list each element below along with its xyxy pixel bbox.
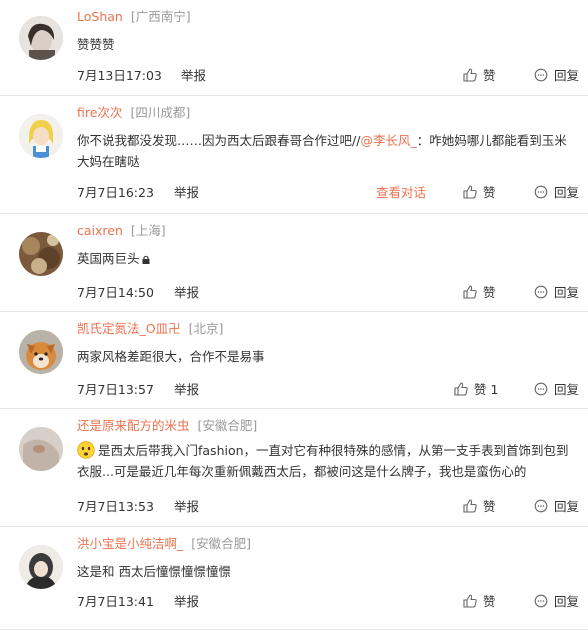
comment-text-part: 英国两巨头 [77, 251, 140, 266]
comment-header: fire次次 [四川成都] [77, 104, 578, 122]
report-link[interactable]: 举报 [174, 498, 199, 516]
comment-header: caixren [上海] [77, 222, 578, 240]
comment-bubble-icon [534, 68, 548, 82]
comment-item: 凯氏定氮法_O皿卍 [北京] 两家风格差距很大，合作不是易事 7月7日13:57 … [0, 312, 588, 409]
comment-bubble-icon [534, 285, 548, 299]
username[interactable]: 洪小宝是小纯洁啊_ [77, 536, 183, 551]
like-button[interactable]: 赞 [463, 284, 496, 302]
reply-label: 回复 [554, 382, 580, 397]
comment-item: 还是原来配方的米虫 [安徽合肥] 是西太后带我入门fashion，一直对它有种很特… [0, 409, 588, 527]
comment-item: LoShan [广西南宁] 赞赞赞 7月13日17:03 举报 赞 回复 [0, 0, 588, 96]
comment-text: 是西太后带我入门fashion，一直对它有种很特殊的感情，从第一支手表到首饰到包… [77, 440, 578, 482]
comment-bubble-icon [534, 382, 548, 396]
comment-item: fire次次 [四川成都] 你不说我都没发现……因为西太后跟春哥合作过吧//@李长… [0, 96, 588, 214]
report-link[interactable]: 举报 [174, 381, 199, 399]
comment-text-part: 你不说我都没发现……因为西太后跟春哥合作过吧// [77, 133, 361, 148]
reply-label: 回复 [554, 68, 580, 83]
comment-bubble-icon [534, 499, 548, 513]
comment-text: 两家风格差距很大，合作不是易事 [77, 349, 265, 364]
avatar[interactable] [19, 330, 63, 374]
username[interactable]: caixren [77, 223, 123, 238]
report-link[interactable]: 举报 [174, 284, 199, 302]
report-link[interactable]: 举报 [174, 184, 199, 202]
location: [上海] [130, 223, 166, 238]
comment-text-part: 是西太后带我入门fashion，一直对它有种很特殊的感情，从第一支手表到首饰到包… [77, 443, 569, 479]
location: [四川成都] [130, 105, 191, 120]
comment-bubble-icon [534, 185, 548, 199]
like-label: 赞 [483, 499, 496, 514]
comment-item: caixren [上海] 英国两巨头 7月7日14:50 举报 赞 回复 [0, 214, 588, 312]
thumbs-up-icon [463, 68, 477, 82]
avatar[interactable] [19, 427, 63, 471]
worried-face-emoji-icon [77, 441, 95, 459]
username[interactable]: LoShan [77, 9, 123, 24]
thumbs-up-icon [463, 499, 477, 513]
location: [广西南宁] [130, 9, 191, 24]
reply-button[interactable]: 回复 [534, 498, 579, 516]
reply-button[interactable]: 回复 [534, 284, 579, 302]
reply-label: 回复 [554, 285, 580, 300]
username[interactable]: 凯氏定氮法_O皿卍 [77, 321, 181, 336]
like-button[interactable]: 赞 [463, 498, 496, 516]
like-label: 赞 [483, 185, 496, 200]
reply-button[interactable]: 回复 [534, 184, 579, 202]
report-link[interactable]: 举报 [181, 67, 206, 85]
username[interactable]: 还是原来配方的米虫 [77, 418, 190, 433]
like-label: 赞 [483, 285, 496, 300]
reply-button[interactable]: 回复 [534, 381, 579, 399]
view-conversation-link[interactable]: 查看对话 [376, 184, 426, 202]
location: [安徽合肥] [191, 536, 252, 551]
comment-header: 凯氏定氮法_O皿卍 [北京] [77, 320, 578, 338]
comment-text: 英国两巨头 [77, 248, 578, 269]
report-link[interactable]: 举报 [174, 593, 199, 611]
thumbs-up-icon [463, 594, 477, 608]
like-label: 赞 [483, 68, 496, 83]
reply-label: 回复 [554, 499, 580, 514]
reply-label: 回复 [554, 594, 580, 609]
like-button[interactable]: 赞 1 [454, 381, 498, 399]
reply-button[interactable]: 回复 [534, 593, 579, 611]
avatar[interactable] [19, 232, 63, 276]
comment-text: 这是和 西太后憧憬憧憬憧憬 [77, 564, 231, 579]
avatar[interactable] [19, 114, 63, 158]
comment-bubble-icon [534, 594, 548, 608]
thumbs-up-icon [454, 382, 468, 396]
mention-link[interactable]: @李长风_ [360, 133, 416, 148]
comment-item: 洪小宝是小纯洁啊_ [安徽合肥] 这是和 西太后憧憬憧憬憧憬 7月7日13:41 … [0, 527, 588, 630]
comment-header: LoShan [广西南宁] [77, 8, 578, 26]
thumbs-up-icon [463, 185, 477, 199]
comment-header: 还是原来配方的米虫 [安徽合肥] [77, 417, 578, 435]
reply-label: 回复 [554, 185, 580, 200]
location: [安徽合肥] [197, 418, 258, 433]
comment-text: 赞赞赞 [77, 37, 115, 52]
timestamp: 7月7日13:41 [77, 594, 154, 609]
comment-list: LoShan [广西南宁] 赞赞赞 7月13日17:03 举报 赞 回复 fire… [0, 0, 588, 630]
reply-button[interactable]: 回复 [534, 67, 579, 85]
comment-header: 洪小宝是小纯洁啊_ [安徽合肥] [77, 535, 578, 553]
like-button[interactable]: 赞 [463, 67, 496, 85]
comment-text: 你不说我都没发现……因为西太后跟春哥合作过吧//@李长风_：咋她妈哪儿都能看到玉… [77, 130, 578, 172]
username[interactable]: fire次次 [77, 105, 122, 120]
like-label: 赞 [474, 382, 487, 397]
timestamp: 7月7日16:23 [77, 185, 154, 200]
location: [北京] [188, 321, 224, 336]
lock-icon [142, 255, 150, 264]
like-label: 赞 [483, 594, 496, 609]
like-button[interactable]: 赞 [463, 184, 496, 202]
like-count: 1 [490, 382, 499, 397]
like-button[interactable]: 赞 [463, 593, 496, 611]
timestamp: 7月7日14:50 [77, 285, 154, 300]
timestamp: 7月13日17:03 [77, 68, 162, 83]
timestamp: 7月7日13:57 [77, 382, 154, 397]
thumbs-up-icon [463, 285, 477, 299]
timestamp: 7月7日13:53 [77, 499, 154, 514]
avatar[interactable] [19, 16, 63, 60]
avatar[interactable] [19, 545, 63, 589]
